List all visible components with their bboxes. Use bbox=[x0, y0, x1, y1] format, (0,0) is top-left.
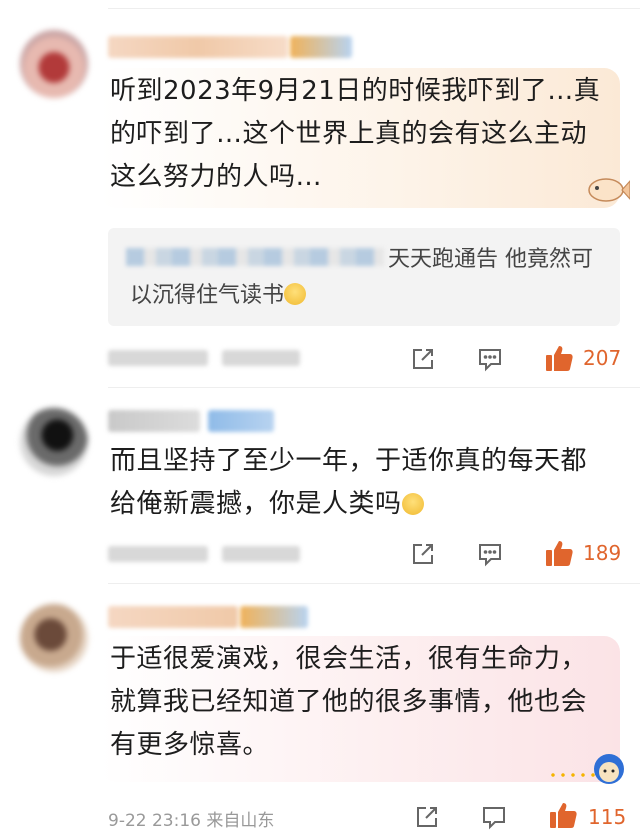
share-icon[interactable] bbox=[410, 541, 436, 567]
username-blurred[interactable] bbox=[108, 36, 288, 58]
reply-text-content: 天天跑通告 他竟然可以沉得住气读书 bbox=[130, 247, 593, 308]
comment-text: 听到2023年9月21日的时候我吓到了…真的吓到了…这个世界上真的会有这么主动这… bbox=[110, 76, 601, 192]
reply-text: 天天跑通告 他竟然可以沉得住气读书 bbox=[130, 242, 610, 314]
timestamp-blurred bbox=[108, 350, 208, 366]
top-divider bbox=[108, 8, 640, 9]
like-thumb-icon[interactable] bbox=[544, 343, 574, 373]
location-blurred bbox=[222, 546, 300, 562]
like-count: 207 bbox=[583, 346, 622, 370]
share-icon[interactable] bbox=[410, 346, 436, 372]
comment-divider bbox=[108, 387, 640, 388]
shocked-emoji-icon bbox=[401, 493, 424, 515]
username-blurred[interactable] bbox=[108, 410, 200, 432]
like-thumb-icon[interactable] bbox=[544, 538, 574, 568]
location-blurred bbox=[222, 350, 300, 366]
sad-emoji-icon bbox=[284, 283, 307, 305]
fish-sticker-icon bbox=[584, 175, 631, 205]
badge-blurred bbox=[240, 606, 308, 628]
username-blurred[interactable] bbox=[108, 606, 238, 628]
comment-icon[interactable] bbox=[481, 804, 507, 830]
badge-blurred bbox=[208, 410, 274, 432]
comment-meta: 9-22 23:16 来自山东 bbox=[108, 811, 275, 831]
like-thumb-icon[interactable] bbox=[548, 800, 578, 830]
avatar[interactable] bbox=[20, 30, 88, 98]
share-icon[interactable] bbox=[414, 804, 440, 830]
like-count: 115 bbox=[588, 805, 627, 829]
sticker-face-icon bbox=[592, 752, 626, 786]
comment-icon[interactable] bbox=[477, 346, 503, 372]
comment-divider bbox=[108, 583, 640, 584]
sparkle-dots bbox=[548, 770, 598, 780]
reply-preview[interactable]: 天天跑通告 他竟然可以沉得住气读书 bbox=[108, 228, 620, 326]
like-count: 189 bbox=[583, 541, 622, 565]
timestamp-blurred bbox=[108, 546, 208, 562]
comment-text-content: 而且坚持了至少一年，于适你真的每天都给俺新震撼，你是人类吗 bbox=[110, 446, 588, 519]
comment-text: 而且坚持了至少一年，于适你真的每天都给俺新震撼，你是人类吗 bbox=[110, 440, 610, 526]
comment-text: 于适很爱演戏，很会生活，很有生命力，就算我已经知道了他的很多事情，他也会有更多惊… bbox=[110, 644, 588, 760]
avatar[interactable] bbox=[20, 604, 88, 672]
badge-blurred bbox=[290, 36, 352, 58]
avatar[interactable] bbox=[20, 408, 88, 476]
comment-icon[interactable] bbox=[477, 541, 503, 567]
